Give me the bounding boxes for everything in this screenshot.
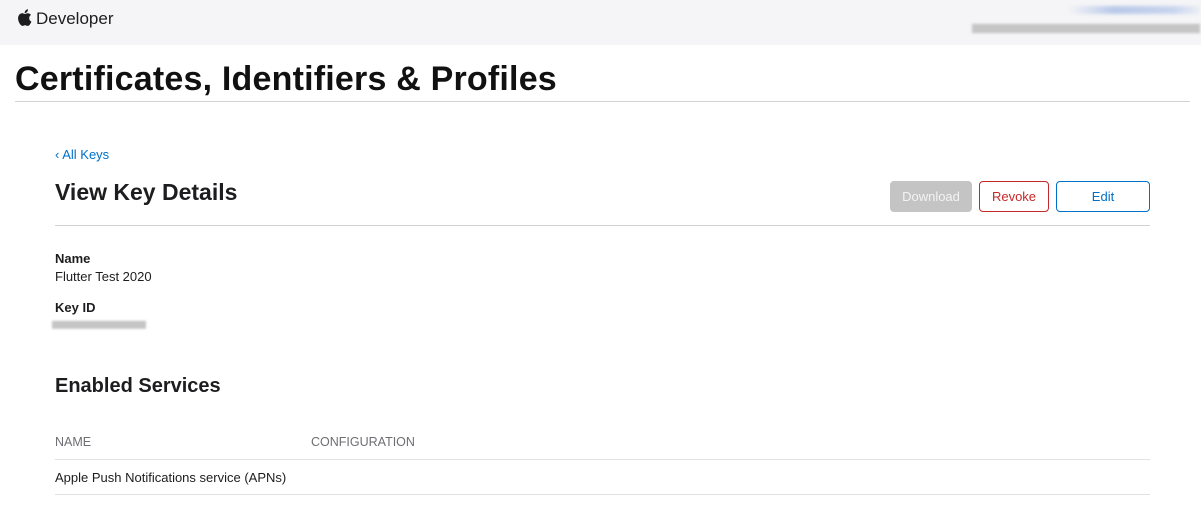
key-id-label: Key ID [55,300,96,315]
redacted-account-name[interactable] [972,24,1200,33]
table-header-divider [55,459,1150,460]
column-header-name: NAME [55,435,92,449]
view-key-details-heading: View Key Details [55,179,238,205]
title-divider [15,101,1190,102]
name-label: Name [55,251,91,266]
revoke-button[interactable]: Revoke [979,181,1049,212]
enabled-services-heading: Enabled Services [55,375,221,397]
apple-logo-icon[interactable] [16,8,32,27]
details-divider [55,225,1150,226]
name-value: Flutter Test 2020 [55,269,152,284]
global-nav-bar: Developer [0,0,1201,45]
table-row-divider [55,494,1150,495]
all-keys-back-link[interactable]: ‹ All Keys [55,147,109,162]
download-button[interactable]: Download [890,181,972,212]
service-name-cell: Apple Push Notifications service (APNs) [55,470,287,485]
redacted-account-highlight [1068,6,1200,14]
developer-brand[interactable]: Developer [36,9,114,29]
page-title: Certificates, Identifiers & Profiles [15,60,557,98]
key-id-value-redacted [52,321,146,329]
column-header-configuration: CONFIGURATION [311,435,415,449]
edit-button[interactable]: Edit [1056,181,1150,212]
